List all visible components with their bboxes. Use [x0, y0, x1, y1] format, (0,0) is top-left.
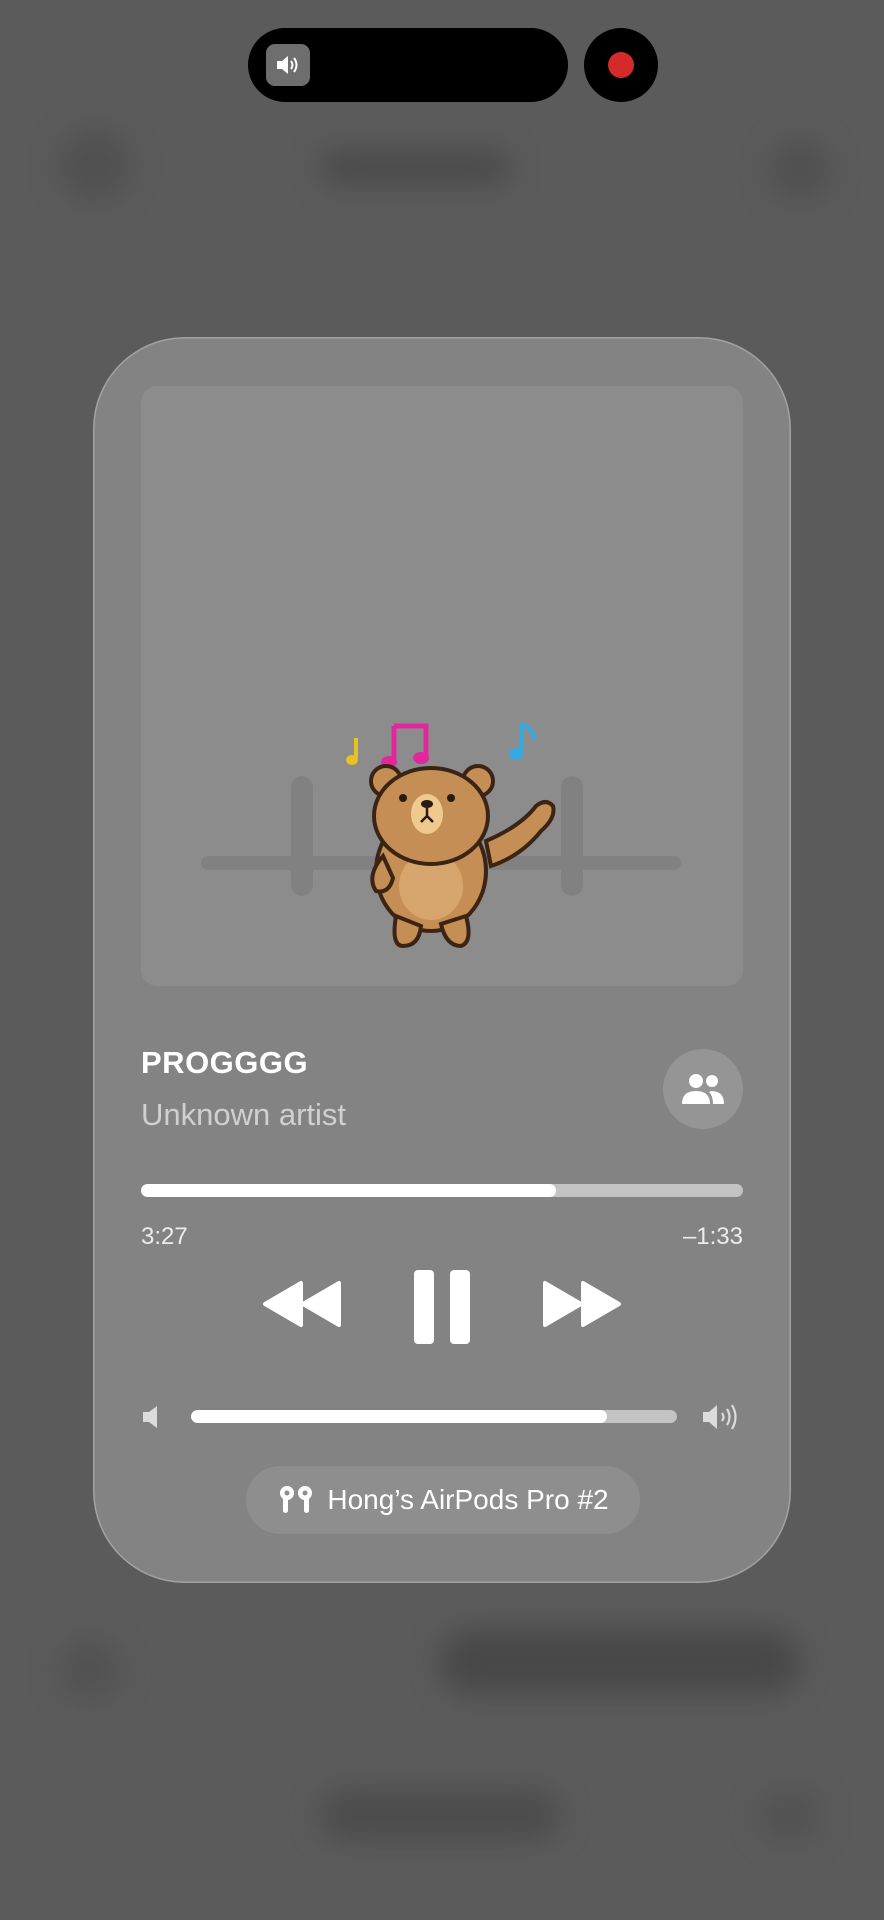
dynamic-island[interactable]	[248, 28, 568, 102]
pause-button[interactable]	[411, 1259, 473, 1355]
shareplay-button[interactable]	[663, 1049, 743, 1129]
remaining-time: –1:33	[682, 1223, 743, 1250]
volume-high-icon	[703, 1404, 737, 1430]
output-device-label: Hong’s AirPods Pro #2	[327, 1484, 609, 1515]
volume-row	[141, 1396, 743, 1436]
audio-output-button[interactable]: Hong’s AirPods Pro #2	[246, 1466, 640, 1534]
blurred-circle	[60, 1640, 120, 1700]
blurred-bottom-icon	[760, 1790, 820, 1840]
track-title: PROGGGG	[141, 1045, 309, 1080]
pause-icon	[414, 1270, 470, 1344]
forward-button[interactable]	[541, 1269, 623, 1339]
rewind-button[interactable]	[261, 1269, 343, 1339]
blurred-menu-button	[770, 140, 830, 200]
blurred-title	[320, 150, 510, 184]
screen-recording-indicator[interactable]	[584, 28, 658, 102]
album-artwork	[141, 386, 743, 986]
volume-slider[interactable]	[191, 1410, 677, 1423]
forward-icon	[543, 1281, 621, 1327]
artist-name: Unknown artist	[141, 1097, 347, 1132]
blurred-bottom-label	[320, 1790, 560, 1840]
blurred-pill	[440, 1630, 800, 1694]
volume-level-fill	[191, 1410, 607, 1423]
playback-scrubber[interactable]	[141, 1184, 743, 1197]
speaker-icon	[266, 44, 310, 86]
people-icon	[682, 1074, 724, 1104]
elapsed-time: 3:27	[141, 1223, 188, 1250]
transport-controls	[93, 1259, 791, 1355]
dancing-bear-sticker-icon	[201, 722, 681, 949]
volume-low-icon	[143, 1406, 157, 1428]
airpods-icon	[280, 1486, 313, 1513]
now-playing-card: PROGGGG Unknown artist 3:27 –1:33 Hong’s…	[93, 337, 791, 1583]
blurred-back-button	[60, 130, 130, 200]
backward-icon	[263, 1281, 341, 1327]
recording-dot-icon	[608, 52, 634, 78]
playback-progress-fill	[141, 1184, 557, 1197]
